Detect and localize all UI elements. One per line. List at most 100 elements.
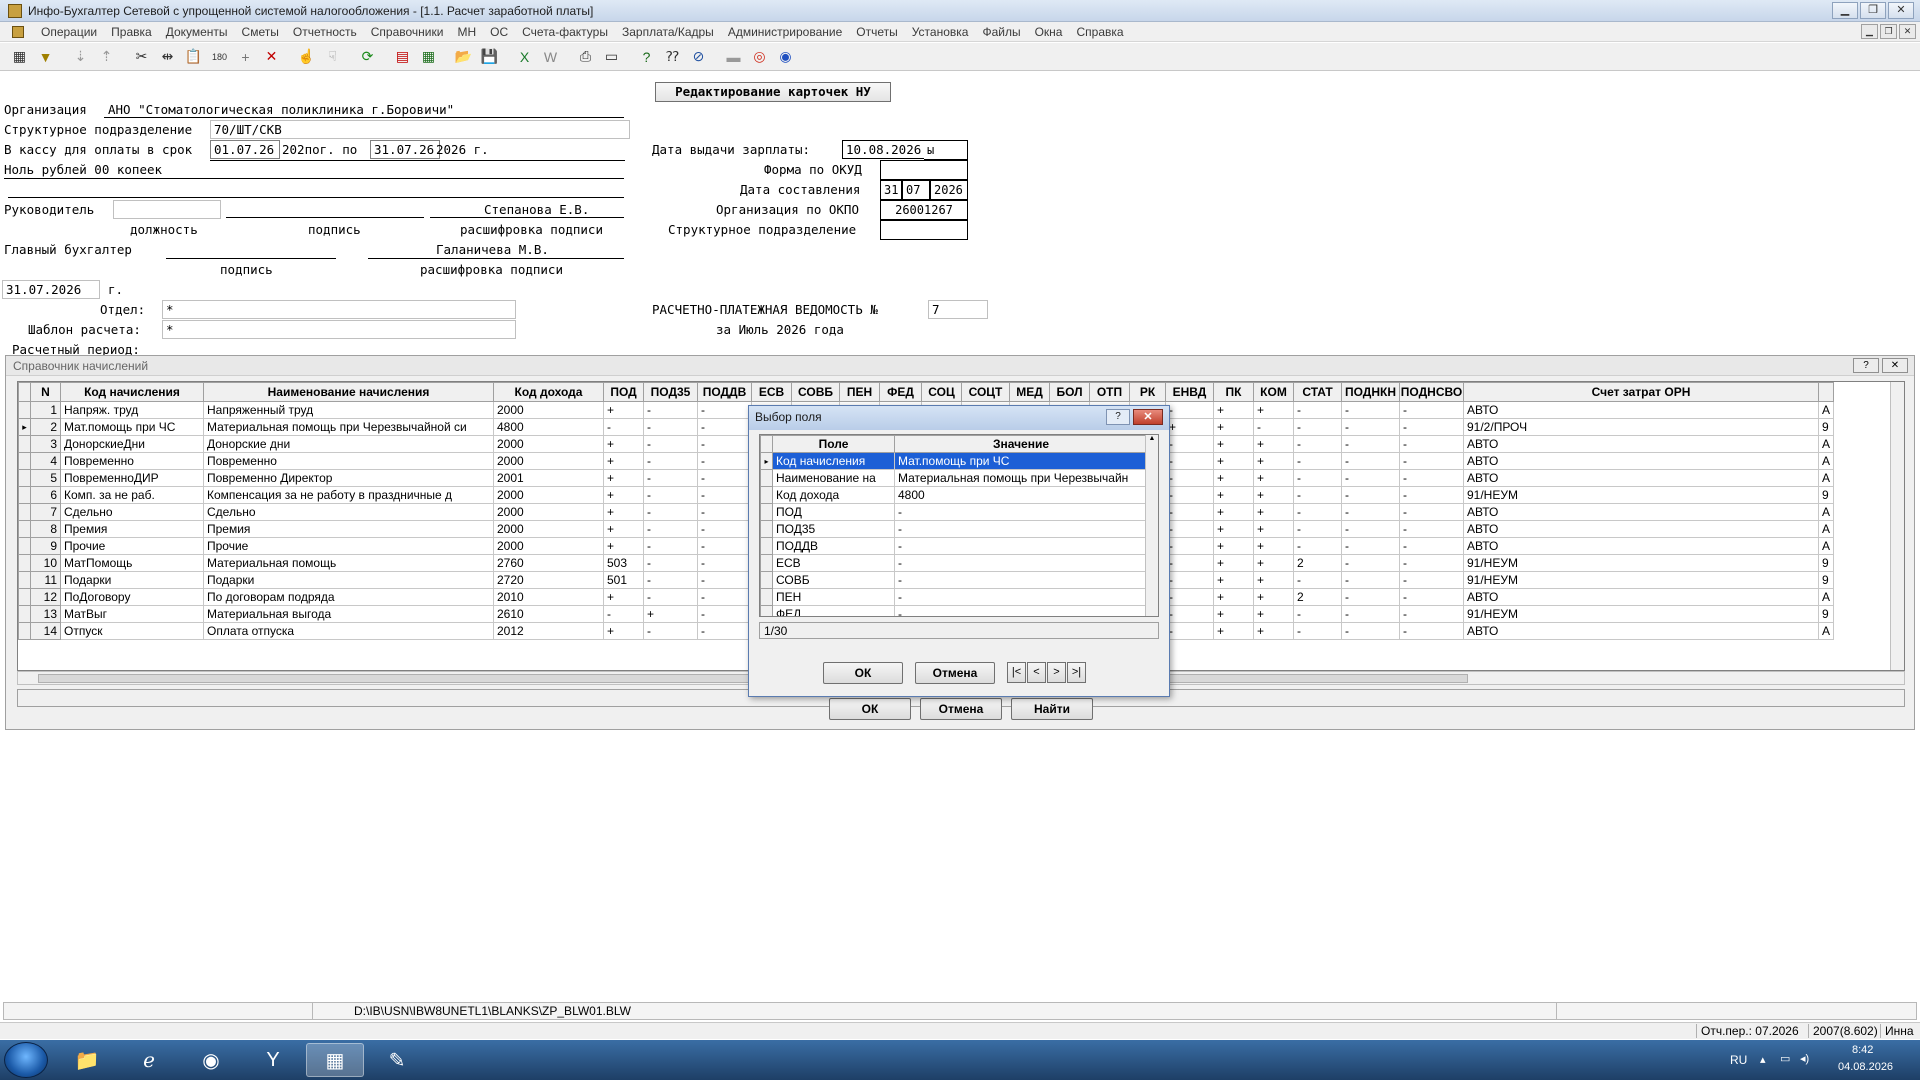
table-cell[interactable]: АВТО: [1463, 401, 1819, 419]
table-cell[interactable]: -: [697, 418, 752, 436]
table-cell[interactable]: -: [1341, 418, 1400, 436]
menu-admin[interactable]: Администрирование: [721, 25, 849, 39]
globe-icon[interactable]: ◉: [774, 45, 797, 68]
table-cell[interactable]: +: [1253, 503, 1294, 521]
table-cell[interactable]: -: [1293, 503, 1342, 521]
table-cell[interactable]: 2001: [493, 469, 604, 487]
grid-column-header[interactable]: ПК: [1213, 382, 1254, 402]
network-icon[interactable]: ▭: [1780, 1052, 1790, 1065]
table-cell[interactable]: Премия: [60, 520, 204, 538]
table-cell[interactable]: 2000: [493, 401, 604, 419]
salary-date-field[interactable]: 10.08.2026: [842, 140, 926, 159]
table-cell[interactable]: 9: [1817, 571, 1835, 589]
menu-windows[interactable]: Окна: [1028, 25, 1070, 39]
table-cell[interactable]: +: [1253, 486, 1294, 504]
table-cell[interactable]: -: [643, 401, 698, 419]
table-cell[interactable]: -: [1165, 605, 1214, 623]
field-name-cell[interactable]: ПЕН: [772, 588, 895, 606]
grid-column-header[interactable]: БОЛ: [1049, 382, 1090, 402]
grid-column-header[interactable]: ПОД35: [643, 382, 698, 402]
table-cell[interactable]: +: [603, 486, 644, 504]
table-cell[interactable]: -: [1293, 571, 1342, 589]
table-cell[interactable]: +: [603, 537, 644, 555]
table-cell[interactable]: Повременно Директор: [203, 469, 494, 487]
field-name-cell[interactable]: Наименование на: [772, 469, 895, 487]
table-cell[interactable]: 9: [1817, 554, 1835, 572]
start-button[interactable]: [4, 1042, 48, 1078]
table-cell[interactable]: -: [697, 401, 752, 419]
table-cell[interactable]: 503: [603, 554, 644, 572]
nav-prev-button[interactable]: <: [1027, 662, 1046, 683]
field-row[interactable]: ФЕД -: [760, 605, 1148, 616]
compose-month[interactable]: 07: [902, 180, 930, 200]
help-icon[interactable]: ?: [635, 45, 658, 68]
hide-icon[interactable]: ▬: [722, 45, 745, 68]
table-cell[interactable]: -: [1399, 622, 1464, 640]
add-icon[interactable]: +: [234, 45, 257, 68]
tray-arrow-icon[interactable]: ▴: [1760, 1053, 1766, 1066]
table-cell[interactable]: АВТО: [1463, 452, 1819, 470]
table-cell[interactable]: -: [1165, 486, 1214, 504]
grid-column-header[interactable]: СОЦТ: [961, 382, 1010, 402]
field-row[interactable]: Наименование на Материальная помощь при Ч…: [760, 469, 1148, 487]
table-cell[interactable]: +: [1253, 520, 1294, 538]
table-cell[interactable]: -: [1341, 622, 1400, 640]
table-cell[interactable]: -: [643, 588, 698, 606]
mdi-close-button[interactable]: ✕: [1899, 24, 1916, 39]
table-cell[interactable]: -: [1399, 537, 1464, 555]
table-cell[interactable]: +: [1213, 503, 1254, 521]
field-value-cell[interactable]: -: [894, 554, 1148, 572]
table-cell[interactable]: -: [1165, 571, 1214, 589]
nav-next-button[interactable]: >: [1047, 662, 1066, 683]
cash-from-field[interactable]: 01.07.26: [210, 140, 280, 159]
table-cell[interactable]: 2000: [493, 537, 604, 555]
table-cell[interactable]: +: [603, 520, 644, 538]
table-cell[interactable]: А: [1817, 588, 1835, 606]
menu-edit[interactable]: Правка: [104, 25, 159, 39]
word-icon[interactable]: W: [539, 45, 562, 68]
language-indicator[interactable]: RU: [1730, 1053, 1747, 1067]
grid-column-header[interactable]: ПОДДВ: [697, 382, 752, 402]
field-row[interactable]: ПОДДВ -: [760, 537, 1148, 555]
table-cell[interactable]: Прочие: [203, 537, 494, 555]
table-cell[interactable]: +: [1213, 520, 1254, 538]
grid-column-header[interactable]: РК: [1129, 382, 1166, 402]
grid-vertical-scrollbar[interactable]: [1890, 382, 1904, 670]
nav-last-button[interactable]: >|: [1067, 662, 1086, 683]
compass-icon[interactable]: ⊘: [687, 45, 710, 68]
field-value-cell[interactable]: Материальная помощь при Черезвычайн: [894, 469, 1148, 487]
dialog-help-button[interactable]: ?: [1106, 409, 1130, 425]
table-cell[interactable]: -: [643, 554, 698, 572]
table-cell[interactable]: -: [1293, 486, 1342, 504]
table-cell[interactable]: -: [1165, 503, 1214, 521]
table-cell[interactable]: -: [1399, 520, 1464, 538]
table-cell[interactable]: +: [1213, 418, 1254, 436]
chrome-icon[interactable]: ◉: [182, 1043, 240, 1077]
table-cell[interactable]: -: [1293, 469, 1342, 487]
restore-button[interactable]: ❐: [1860, 2, 1886, 19]
table-cell[interactable]: АВТО: [1463, 503, 1819, 521]
table-cell[interactable]: Премия: [203, 520, 494, 538]
table-cell[interactable]: -: [603, 605, 644, 623]
okud-field[interactable]: [880, 160, 968, 180]
table-cell[interactable]: +: [1253, 554, 1294, 572]
table-cell[interactable]: -: [1165, 554, 1214, 572]
menu-operations[interactable]: Операции: [34, 25, 104, 39]
panel-close-button[interactable]: ✕: [1882, 358, 1908, 373]
table-cell[interactable]: Повременно: [203, 452, 494, 470]
table-cell[interactable]: 2720: [493, 571, 604, 589]
menu-invoices[interactable]: Счета-фактуры: [515, 25, 615, 39]
table-cell[interactable]: +: [1213, 435, 1254, 453]
col-field-header[interactable]: Поле: [772, 435, 895, 453]
mdi-minimize-button[interactable]: ▁: [1861, 24, 1878, 39]
table-cell[interactable]: МатПомощь: [60, 554, 204, 572]
field-name-cell[interactable]: ПОД35: [772, 520, 895, 538]
table-cell[interactable]: +: [603, 469, 644, 487]
table-icon[interactable]: ▦: [8, 45, 31, 68]
table-cell[interactable]: ПовременноДИР: [60, 469, 204, 487]
field-value-cell[interactable]: 4800: [894, 486, 1148, 504]
grid-column-header[interactable]: Наименование начисления: [203, 382, 494, 402]
table-cell[interactable]: +: [1253, 537, 1294, 555]
field-value-cell[interactable]: -: [894, 537, 1148, 555]
nav-first-button[interactable]: |<: [1007, 662, 1026, 683]
